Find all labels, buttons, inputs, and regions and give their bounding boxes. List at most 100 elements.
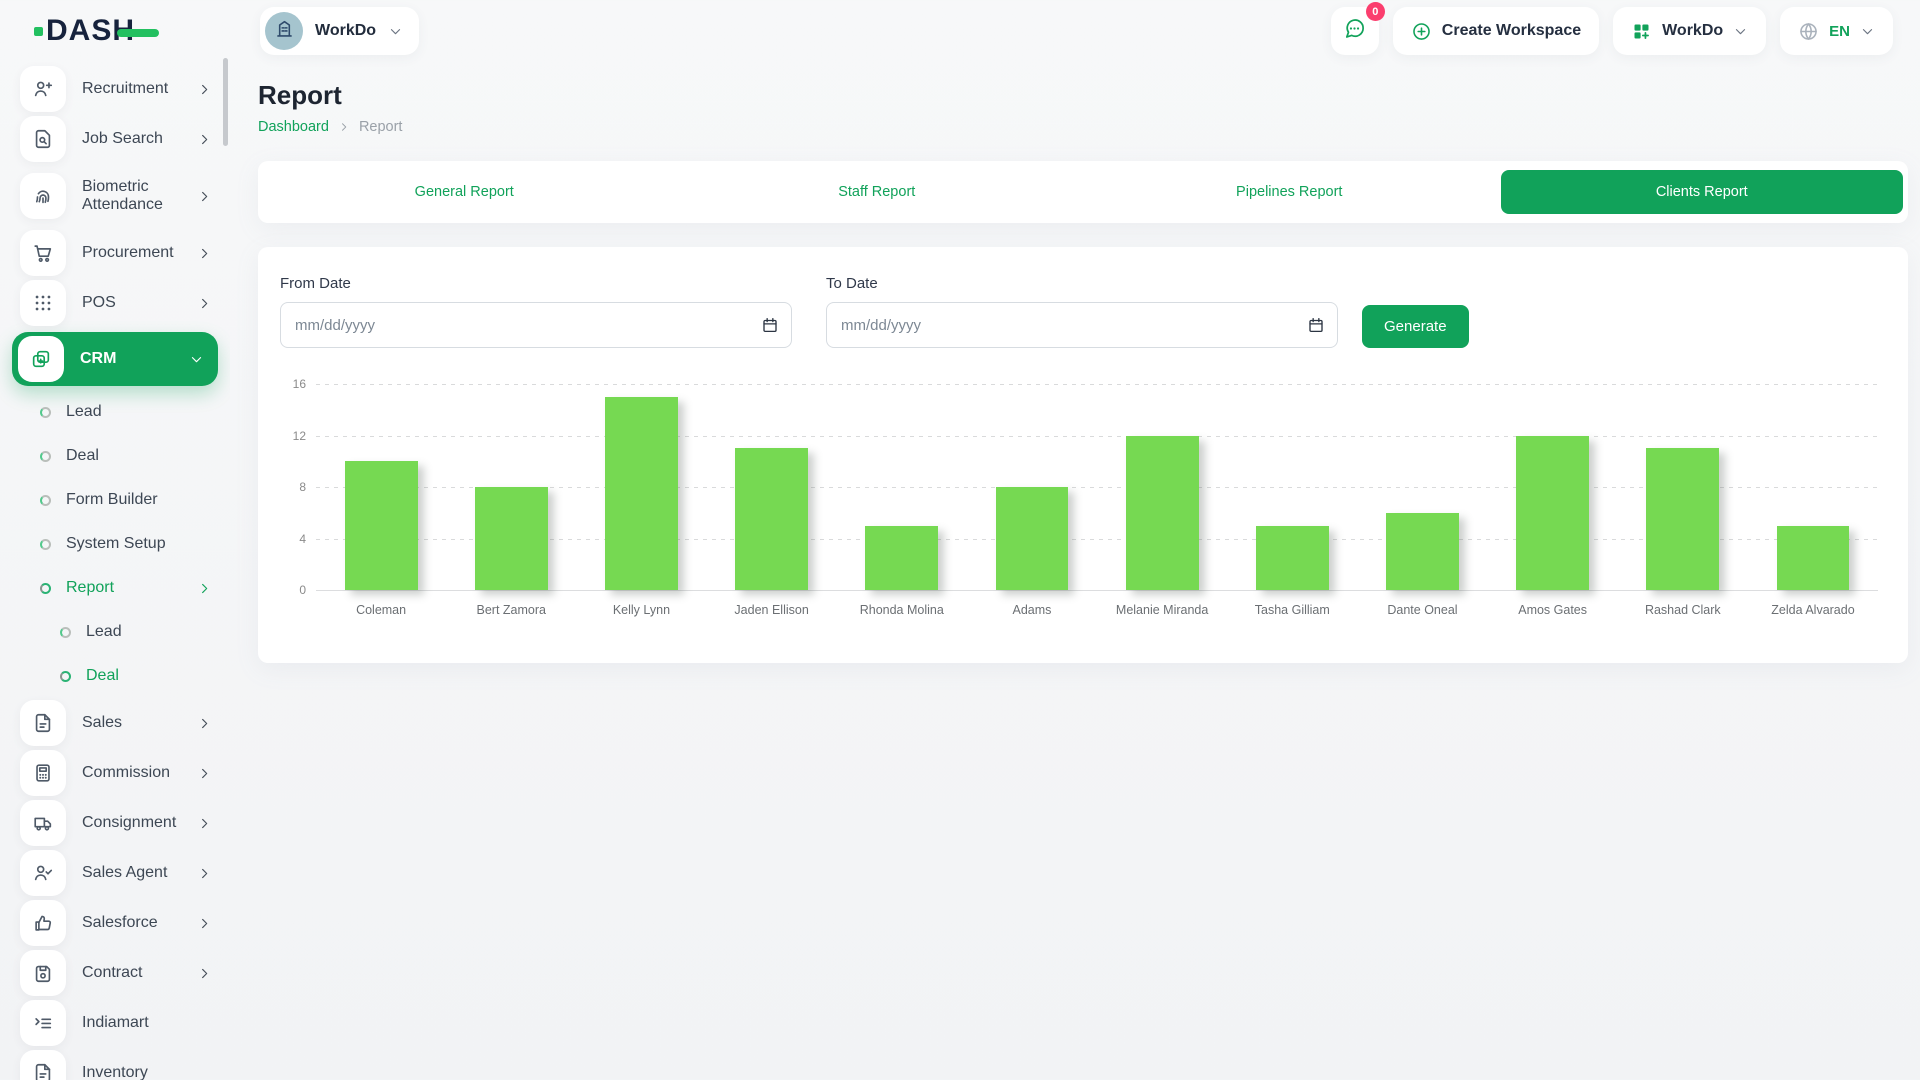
chart-x-label: Tasha Gilliam xyxy=(1227,603,1357,617)
chart-y-tick-label: 4 xyxy=(280,532,306,546)
workspace-name: WorkDo xyxy=(315,22,376,40)
sidebar-item-sales-agent[interactable]: Sales Agent xyxy=(0,848,230,898)
chevron-right-icon xyxy=(197,966,212,981)
workdo-apps-menu[interactable]: WorkDo xyxy=(1613,7,1766,55)
sidebar-subitem-lead[interactable]: Lead xyxy=(0,390,230,434)
sidebar-item-label: Report xyxy=(66,579,197,597)
chart-y-tick-label: 0 xyxy=(280,583,306,597)
tab-pipelines-report[interactable]: Pipelines Report xyxy=(1083,161,1496,223)
tab-staff-report[interactable]: Staff Report xyxy=(671,161,1084,223)
sidebar-item-pos[interactable]: POS xyxy=(0,278,230,328)
bar-bert-zamora xyxy=(475,487,548,590)
sidebar-item-label: CRM xyxy=(80,350,189,368)
truck-icon xyxy=(20,800,66,846)
bar-zelda-alvarado xyxy=(1777,526,1850,590)
tab-general-report[interactable]: General Report xyxy=(258,161,671,223)
chevron-right-icon xyxy=(197,132,212,147)
sidebar-item-label: Recruitment xyxy=(82,80,197,98)
sidebar-item-salesforce[interactable]: Salesforce xyxy=(0,898,230,948)
workspace-avatar xyxy=(265,12,303,50)
tab-clients-report-wrap: Clients Report xyxy=(1496,161,1909,223)
sidebar-item-label: Deal xyxy=(66,447,212,465)
sidebar-item-job-search[interactable]: Job Search xyxy=(0,114,230,164)
sidebar-subitem-deal[interactable]: Deal xyxy=(0,434,230,478)
app-root: DASH Recruitment Job SearchBiometric Atte… xyxy=(0,0,1920,1080)
bar-jaden-ellison xyxy=(735,448,808,590)
calendar-icon[interactable] xyxy=(761,316,779,334)
chart-x-label: Zelda Alvarado xyxy=(1748,603,1878,617)
sidebar-subitem-system-setup[interactable]: System Setup xyxy=(0,522,230,566)
chart-x-label: Coleman xyxy=(316,603,446,617)
generate-button[interactable]: Generate xyxy=(1362,305,1469,348)
sidebar-subitem-report[interactable]: Report xyxy=(0,566,230,610)
sidebar-item-label: Lead xyxy=(66,403,212,421)
file-icon xyxy=(20,1050,66,1080)
sidebar-item-label: Sales Agent xyxy=(82,864,197,882)
sidebar-subitem-form-builder[interactable]: Form Builder xyxy=(0,478,230,522)
sidebar-item-label: Form Builder xyxy=(66,491,212,509)
bar-adams xyxy=(996,487,1069,590)
bullet-icon xyxy=(40,583,51,594)
create-workspace-label: Create Workspace xyxy=(1442,22,1581,40)
chevron-right-icon xyxy=(197,189,212,204)
sidebar-item-label: Procurement xyxy=(82,244,197,262)
sidebar-item-consignment[interactable]: Consignment xyxy=(0,798,230,848)
sidebar-item-label: Lead xyxy=(86,623,212,641)
sidebar-item-inventory[interactable]: Inventory xyxy=(0,1048,230,1080)
chart-bar-column xyxy=(1097,384,1227,590)
chart-y-tick-label: 16 xyxy=(280,377,306,391)
breadcrumb-dashboard-link[interactable]: Dashboard xyxy=(258,119,329,135)
sidebar-nav: Recruitment Job SearchBiometric Attendanc… xyxy=(0,62,230,1080)
chevron-down-icon xyxy=(388,24,403,39)
bar-dante-oneal xyxy=(1386,513,1459,590)
sidebar-subitem-deal[interactable]: Deal xyxy=(0,654,230,698)
sidebar-item-label: System Setup xyxy=(66,535,212,553)
sidebar-item-contract[interactable]: Contract xyxy=(0,948,230,998)
sidebar-item-indiamart[interactable]: Indiamart xyxy=(0,998,230,1048)
app-logo[interactable]: DASH xyxy=(0,0,230,62)
chart-x-label: Jaden Ellison xyxy=(707,603,837,617)
workspace-switcher[interactable]: WorkDo xyxy=(260,7,419,55)
file-icon xyxy=(20,700,66,746)
sidebar-item-recruitment[interactable]: Recruitment xyxy=(0,64,230,114)
from-date-field: From Date xyxy=(280,275,792,348)
chart-bar-column xyxy=(1227,384,1357,590)
messages-button[interactable]: 0 xyxy=(1331,7,1379,55)
sidebar-subitem-lead[interactable]: Lead xyxy=(0,610,230,654)
chart-bar-column xyxy=(707,384,837,590)
sidebar-item-label: Salesforce xyxy=(82,914,197,932)
plus-circle-icon xyxy=(1411,21,1432,42)
chart-x-label: Adams xyxy=(967,603,1097,617)
chevron-right-icon xyxy=(338,121,350,133)
topbar-actions: 0 Create Workspace WorkDo EN xyxy=(1331,7,1893,55)
app-logo-text: DASH xyxy=(46,14,135,48)
bullet-icon xyxy=(40,539,51,550)
chart-bar-column xyxy=(1357,384,1487,590)
chart-bar-column xyxy=(1618,384,1748,590)
from-date-input[interactable] xyxy=(280,302,792,348)
chart-bar-column xyxy=(1748,384,1878,590)
sidebar-scrollbar[interactable] xyxy=(223,58,228,146)
chart-bar-column xyxy=(1488,384,1618,590)
sidebar-item-label: Commission xyxy=(82,764,197,782)
floppy-icon xyxy=(20,950,66,996)
to-date-input[interactable] xyxy=(826,302,1338,348)
bullet-icon xyxy=(60,627,71,638)
sidebar-item-sales[interactable]: Sales xyxy=(0,698,230,748)
clients-report-chart: 0481216 ColemanBert ZamoraKelly LynnJade… xyxy=(280,384,1878,617)
create-workspace-button[interactable]: Create Workspace xyxy=(1393,7,1599,55)
sidebar-item-procurement[interactable]: Procurement xyxy=(0,228,230,278)
calendar-icon[interactable] xyxy=(1307,316,1325,334)
page-title: Report xyxy=(258,80,1908,111)
sidebar-item-label: Indiamart xyxy=(82,1014,212,1032)
clients-report-card: From Date To Date Generate xyxy=(258,247,1908,663)
fingerprint-icon xyxy=(20,173,66,219)
tab-clients-report[interactable]: Clients Report xyxy=(1501,170,1904,214)
sidebar-item-crm[interactable]: CRM xyxy=(12,332,218,386)
user-plus-icon xyxy=(20,66,66,112)
language-selector[interactable]: EN xyxy=(1780,7,1893,55)
sidebar-item-commission[interactable]: Commission xyxy=(0,748,230,798)
sidebar-item-biometric-attendance[interactable]: Biometric Attendance xyxy=(0,164,230,228)
to-date-label: To Date xyxy=(826,275,1338,292)
bar-coleman xyxy=(345,461,418,590)
